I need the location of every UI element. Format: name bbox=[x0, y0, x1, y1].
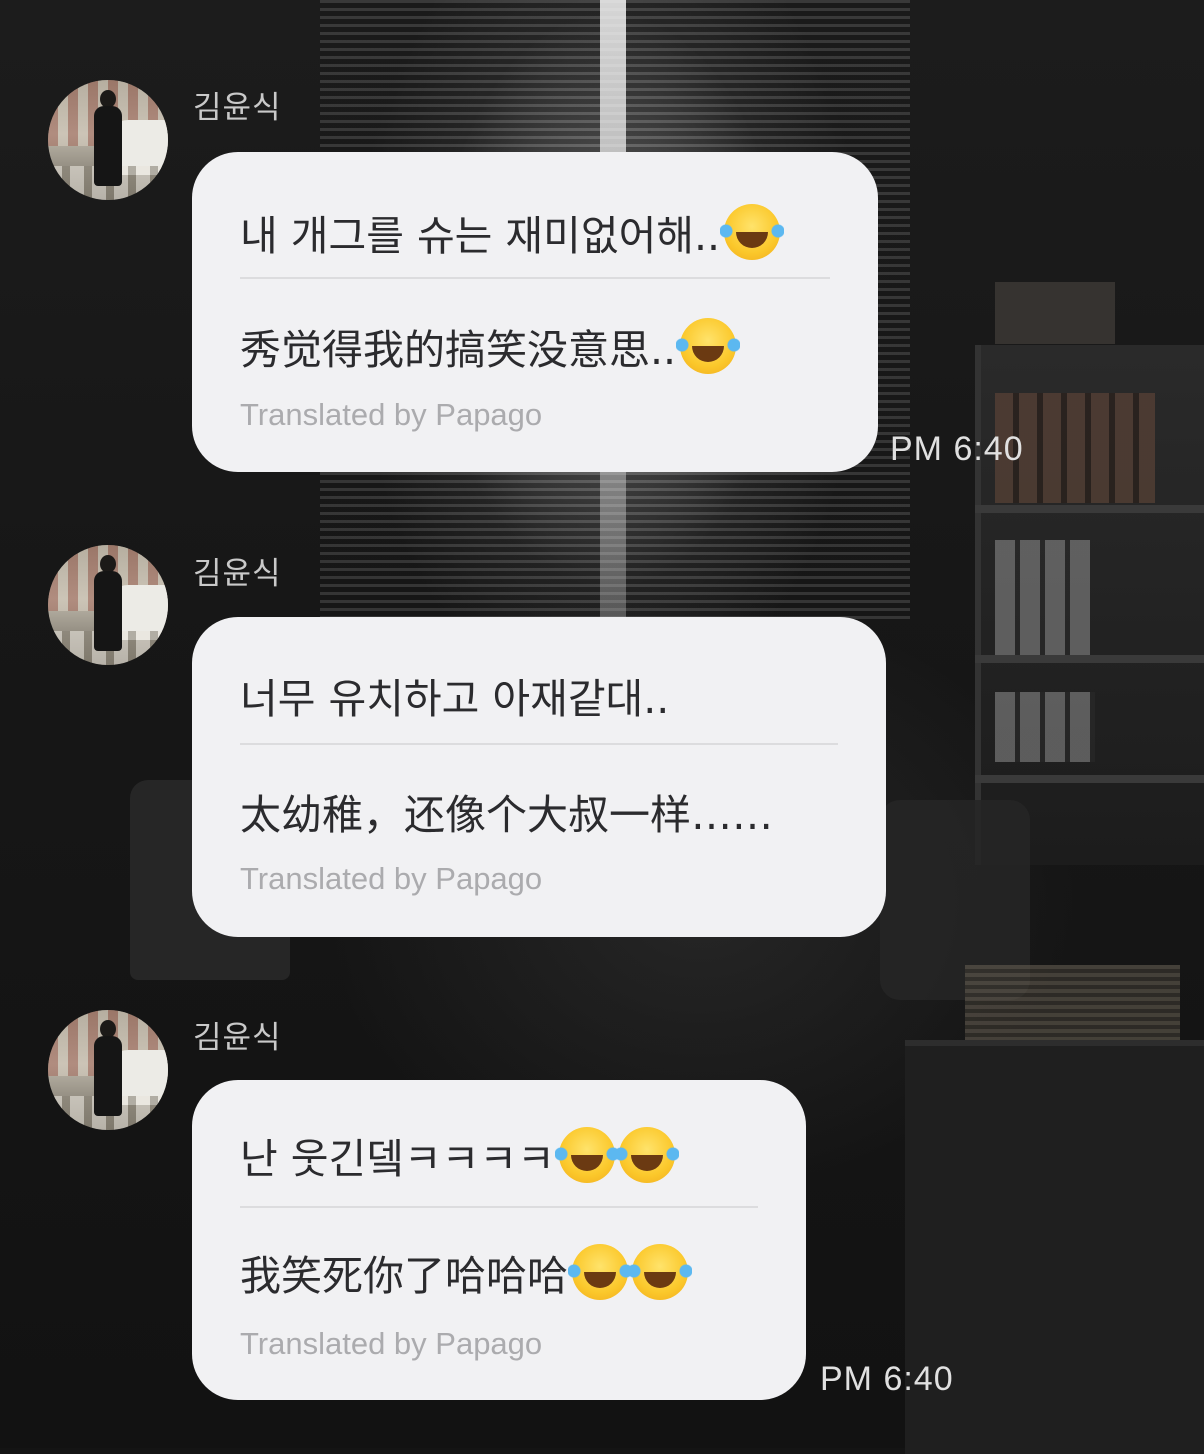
divider bbox=[240, 1206, 758, 1208]
shelf-box bbox=[995, 282, 1115, 344]
shelf-plank bbox=[975, 655, 1204, 663]
tears-of-joy-emoji-icon bbox=[628, 1244, 692, 1300]
binders bbox=[995, 692, 1095, 762]
message-time: PM 6:40 bbox=[890, 430, 1024, 468]
sender-name: 김윤식 bbox=[193, 1020, 282, 1056]
shelf-plank bbox=[975, 775, 1204, 783]
tears-of-joy-emoji-icon bbox=[614, 1127, 679, 1183]
shelf-plank bbox=[975, 505, 1204, 513]
sender-name: 김윤식 bbox=[193, 556, 282, 592]
translation-credit[interactable]: Translated by Papago bbox=[240, 1326, 542, 1362]
translated-text: 我笑死你了哈哈哈 bbox=[240, 1242, 692, 1302]
translation-credit[interactable]: Translated by Papago bbox=[240, 397, 542, 433]
message-bubble[interactable]: 너무 유치하고 아재같대.. 太幼稚，还像个大叔一样…… Translated … bbox=[192, 617, 886, 937]
tears-of-joy-emoji-icon bbox=[568, 1244, 632, 1300]
original-text: 너무 유치하고 아재같대.. bbox=[240, 675, 670, 723]
paper-stack bbox=[965, 965, 1180, 1040]
original-text: 내 개그를 슈는 재미없어해.. bbox=[240, 202, 785, 262]
sender-name: 김윤식 bbox=[193, 90, 282, 126]
message-bubble[interactable]: 내 개그를 슈는 재미없어해.. 秀觉得我的搞笑没意思.. Translated… bbox=[192, 152, 878, 472]
message-bubble[interactable]: 난 웃긴뎈ㅋㅋㅋㅋ 我笑死你了哈哈哈 Translated by Papago bbox=[192, 1080, 806, 1400]
avatar[interactable] bbox=[48, 545, 168, 665]
tears-of-joy-emoji-icon bbox=[720, 204, 785, 260]
tears-of-joy-emoji-icon bbox=[554, 1127, 619, 1183]
translation-credit[interactable]: Translated by Papago bbox=[240, 861, 542, 897]
original-text: 난 웃긴뎈ㅋㅋㅋㅋ bbox=[240, 1125, 679, 1185]
binders bbox=[995, 540, 1090, 655]
message-time: PM 6:40 bbox=[820, 1360, 954, 1398]
translated-text: 秀觉得我的搞笑没意思.. bbox=[240, 316, 741, 376]
divider bbox=[240, 743, 838, 745]
avatar[interactable] bbox=[48, 1010, 168, 1130]
avatar[interactable] bbox=[48, 80, 168, 200]
tears-of-joy-emoji-icon bbox=[676, 318, 741, 374]
translated-text: 太幼稚，还像个大叔一样…… bbox=[240, 791, 773, 839]
divider bbox=[240, 277, 830, 279]
